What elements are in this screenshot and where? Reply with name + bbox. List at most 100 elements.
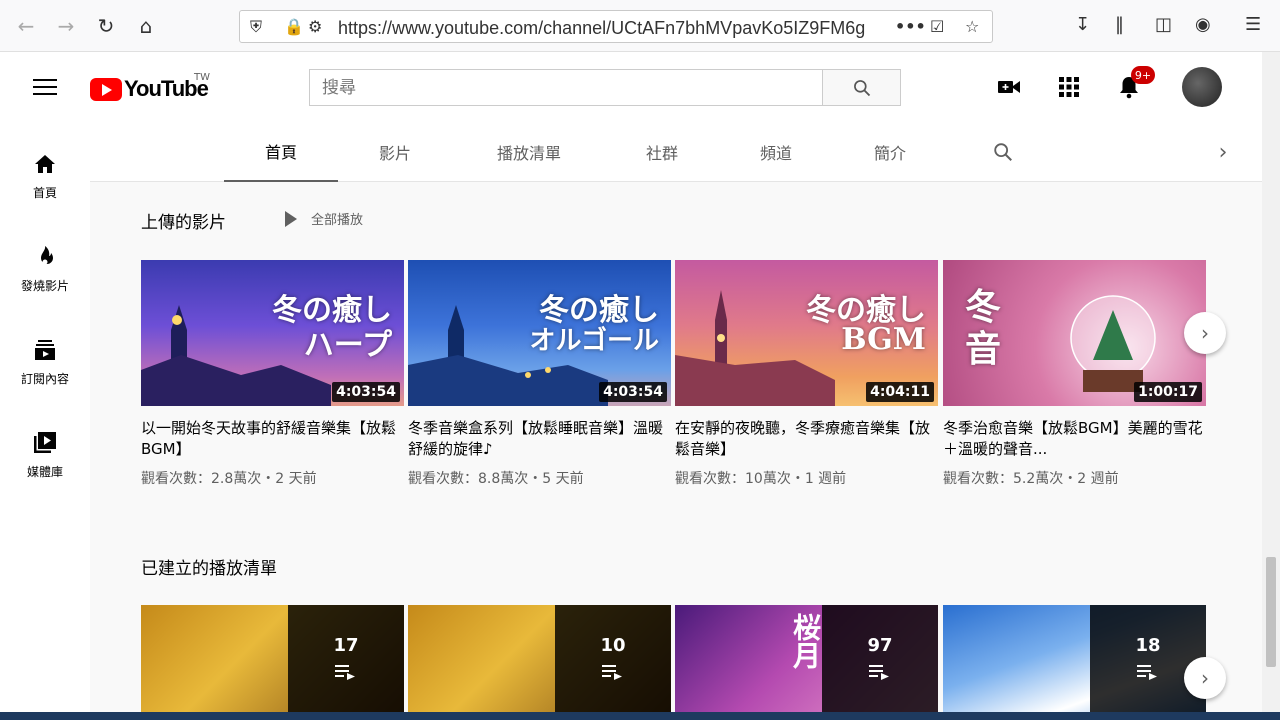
video-title[interactable]: 冬季治愈音樂【放鬆BGM】美麗的雪花＋溫暖的聲音... (943, 418, 1206, 460)
video-card[interactable]: 冬の癒し BGM 4:04:11 在安靜的夜晚聽，冬季療癒音樂集【放鬆音樂】 觀… (675, 260, 938, 488)
uploads-section-title[interactable]: 上傳的影片 (141, 208, 226, 233)
library-icon (33, 431, 57, 455)
channel-home-content: 上傳的影片 全部播放 冬の癒し ハープ 4:03:54 以一開始冬天故事的舒緩音… (90, 182, 1262, 720)
library-browser-icon[interactable]: ‖ (1115, 14, 1124, 35)
video-card[interactable]: 冬の癒し ハープ 4:03:54 以一開始冬天故事的舒緩音樂集【放鬆BGM】 觀… (141, 260, 404, 488)
avatar[interactable] (1182, 67, 1222, 107)
playlist-card[interactable]: 桜月 97 (675, 605, 938, 720)
tab-playlists[interactable]: 播放清單 (472, 122, 586, 182)
back-arrow-icon[interactable]: ← (12, 12, 40, 40)
download-icon[interactable]: ↧ (1075, 14, 1090, 35)
home-icon (33, 152, 57, 176)
search-input[interactable] (310, 70, 822, 105)
guide-sidebar: 首頁 發燒影片 訂閱內容 媒體庫 (0, 122, 90, 720)
fire-icon (33, 245, 57, 269)
menu-icon[interactable]: ☰ (1245, 14, 1261, 35)
notification-badge: 9+ (1131, 66, 1155, 84)
video-thumbnail[interactable]: 冬の癒し BGM 4:04:11 (675, 260, 938, 406)
create-video-icon[interactable] (996, 74, 1022, 100)
guide-item-label: 發燒影片 (20, 279, 69, 293)
playlist-count-overlay: 10 (555, 605, 671, 720)
page-scrollbar[interactable] (1262, 52, 1280, 720)
playlists-next-arrow-icon[interactable]: › (1184, 657, 1226, 699)
search-icon (853, 79, 870, 96)
region-code: TW (194, 72, 210, 83)
os-taskbar (0, 712, 1280, 720)
playlist-video-count: 17 (333, 635, 359, 656)
playlist-video-count: 18 (1135, 635, 1161, 656)
youtube-logo[interactable]: YouTube (90, 76, 209, 102)
play-logo-icon (90, 77, 122, 101)
video-title[interactable]: 以一開始冬天故事的舒緩音樂集【放鬆BGM】 (141, 418, 404, 460)
tab-channels[interactable]: 頻道 (719, 122, 833, 182)
video-thumbnail[interactable]: 冬の癒し オルゴール 4:03:54 (408, 260, 671, 406)
play-icon (285, 210, 297, 227)
video-card[interactable]: 冬 音 1:00:17 冬季治愈音樂【放鬆BGM】美麗的雪花＋溫暖的聲音... … (943, 260, 1206, 488)
thumbnail-text: 桜月 (789, 613, 822, 669)
scrollbar-thumb[interactable] (1266, 557, 1276, 667)
video-meta: 觀看次數：2.8萬次・2 天前 (141, 471, 317, 487)
subscriptions-icon (33, 338, 57, 362)
video-card[interactable]: 冬の癒し オルゴール 4:03:54 冬季音樂盒系列【放鬆睡眠音樂】溫暖舒緩的旋… (408, 260, 671, 488)
duration-badge: 1:00:17 (1134, 382, 1202, 402)
thumbnail-text: オルゴール (529, 326, 659, 356)
video-title[interactable]: 冬季音樂盒系列【放鬆睡眠音樂】溫暖舒緩的旋律♪ (408, 418, 671, 460)
channel-search-icon[interactable] (983, 122, 1023, 182)
page-actions-icon[interactable]: ••• (895, 17, 926, 36)
playlist-card[interactable]: 17 (141, 605, 404, 720)
lock-icon[interactable]: 🔒 (284, 17, 304, 36)
reload-icon[interactable]: ↻ (92, 12, 120, 40)
video-thumbnail[interactable]: 冬 音 1:00:17 (943, 260, 1206, 406)
guide-item-label: 媒體庫 (26, 465, 63, 479)
playlist-video-count: 97 (867, 635, 893, 656)
guide-item-library[interactable]: 媒體庫 (0, 413, 90, 493)
tab-videos[interactable]: 影片 (338, 122, 452, 182)
shield-icon[interactable]: ⛨ (250, 17, 262, 37)
guide-menu-icon[interactable] (33, 79, 57, 97)
playlist-count-overlay: 17 (288, 605, 404, 720)
playlist-icon (1137, 665, 1157, 680)
video-thumbnail[interactable]: 冬の癒し ハープ 4:03:54 (141, 260, 404, 406)
guide-item-label: 首頁 (32, 186, 57, 200)
playlist-icon (335, 665, 355, 680)
channel-tabs: 首頁 影片 播放清單 社群 頻道 簡介 › (90, 122, 1262, 182)
apps-grid-icon[interactable] (1056, 74, 1082, 100)
pocket-icon[interactable]: ☑ (930, 17, 944, 36)
tab-about[interactable]: 簡介 (833, 122, 947, 182)
thumbnail-text: ハープ (303, 328, 392, 363)
browser-toolbar: ← → ↻ ⌂ ⛨ 🔒 ⚙ https://www.youtube.com/ch… (0, 0, 1280, 52)
search-field[interactable] (309, 69, 823, 106)
guide-item-label: 訂閱內容 (20, 372, 69, 386)
sidebar-icon[interactable]: ◫ (1155, 14, 1172, 35)
video-meta: 觀看次數：5.2萬次・2 週前 (943, 471, 1119, 487)
video-meta: 觀看次數：10萬次・1 週前 (675, 471, 847, 487)
uploads-next-arrow-icon[interactable]: › (1184, 312, 1226, 354)
play-all-label: 全部播放 (311, 213, 364, 228)
video-meta: 觀看次數：8.8萬次・5 天前 (408, 471, 584, 487)
duration-badge: 4:04:11 (866, 382, 934, 402)
duration-badge: 4:03:54 (332, 382, 400, 402)
guide-item-home[interactable]: 首頁 (0, 134, 90, 214)
playlist-count-overlay: 18 (1090, 605, 1206, 720)
search-button[interactable] (822, 69, 901, 106)
playlist-count-overlay: 97 (822, 605, 938, 720)
tab-community[interactable]: 社群 (605, 122, 719, 182)
permissions-icon[interactable]: ⚙ (308, 17, 322, 36)
address-bar[interactable]: ⛨ 🔒 ⚙ https://www.youtube.com/channel/UC… (239, 10, 993, 43)
guide-item-subscriptions[interactable]: 訂閱內容 (0, 320, 90, 400)
tab-home[interactable]: 首頁 (224, 122, 338, 182)
thumbnail-text: 音 (965, 328, 1002, 370)
bookmark-star-icon[interactable]: ☆ (965, 17, 979, 36)
guide-item-trending[interactable]: 發燒影片 (0, 227, 90, 307)
account-icon[interactable]: ◉ (1195, 14, 1211, 35)
playlist-card[interactable]: 10 (408, 605, 671, 720)
tabs-next-chevron-icon[interactable]: › (1208, 122, 1238, 182)
url-text[interactable]: https://www.youtube.com/channel/UCtAFn7b… (338, 18, 865, 39)
home-browser-icon[interactable]: ⌂ (132, 12, 160, 40)
playlists-section-title[interactable]: 已建立的播放清單 (141, 554, 277, 579)
video-title[interactable]: 在安靜的夜晚聽，冬季療癒音樂集【放鬆音樂】 (675, 418, 938, 460)
play-all-button[interactable]: 全部播放 (285, 209, 363, 228)
forward-arrow-icon[interactable]: → (52, 12, 80, 40)
playlist-video-count: 10 (600, 635, 626, 656)
playlist-card[interactable]: 18 (943, 605, 1206, 720)
